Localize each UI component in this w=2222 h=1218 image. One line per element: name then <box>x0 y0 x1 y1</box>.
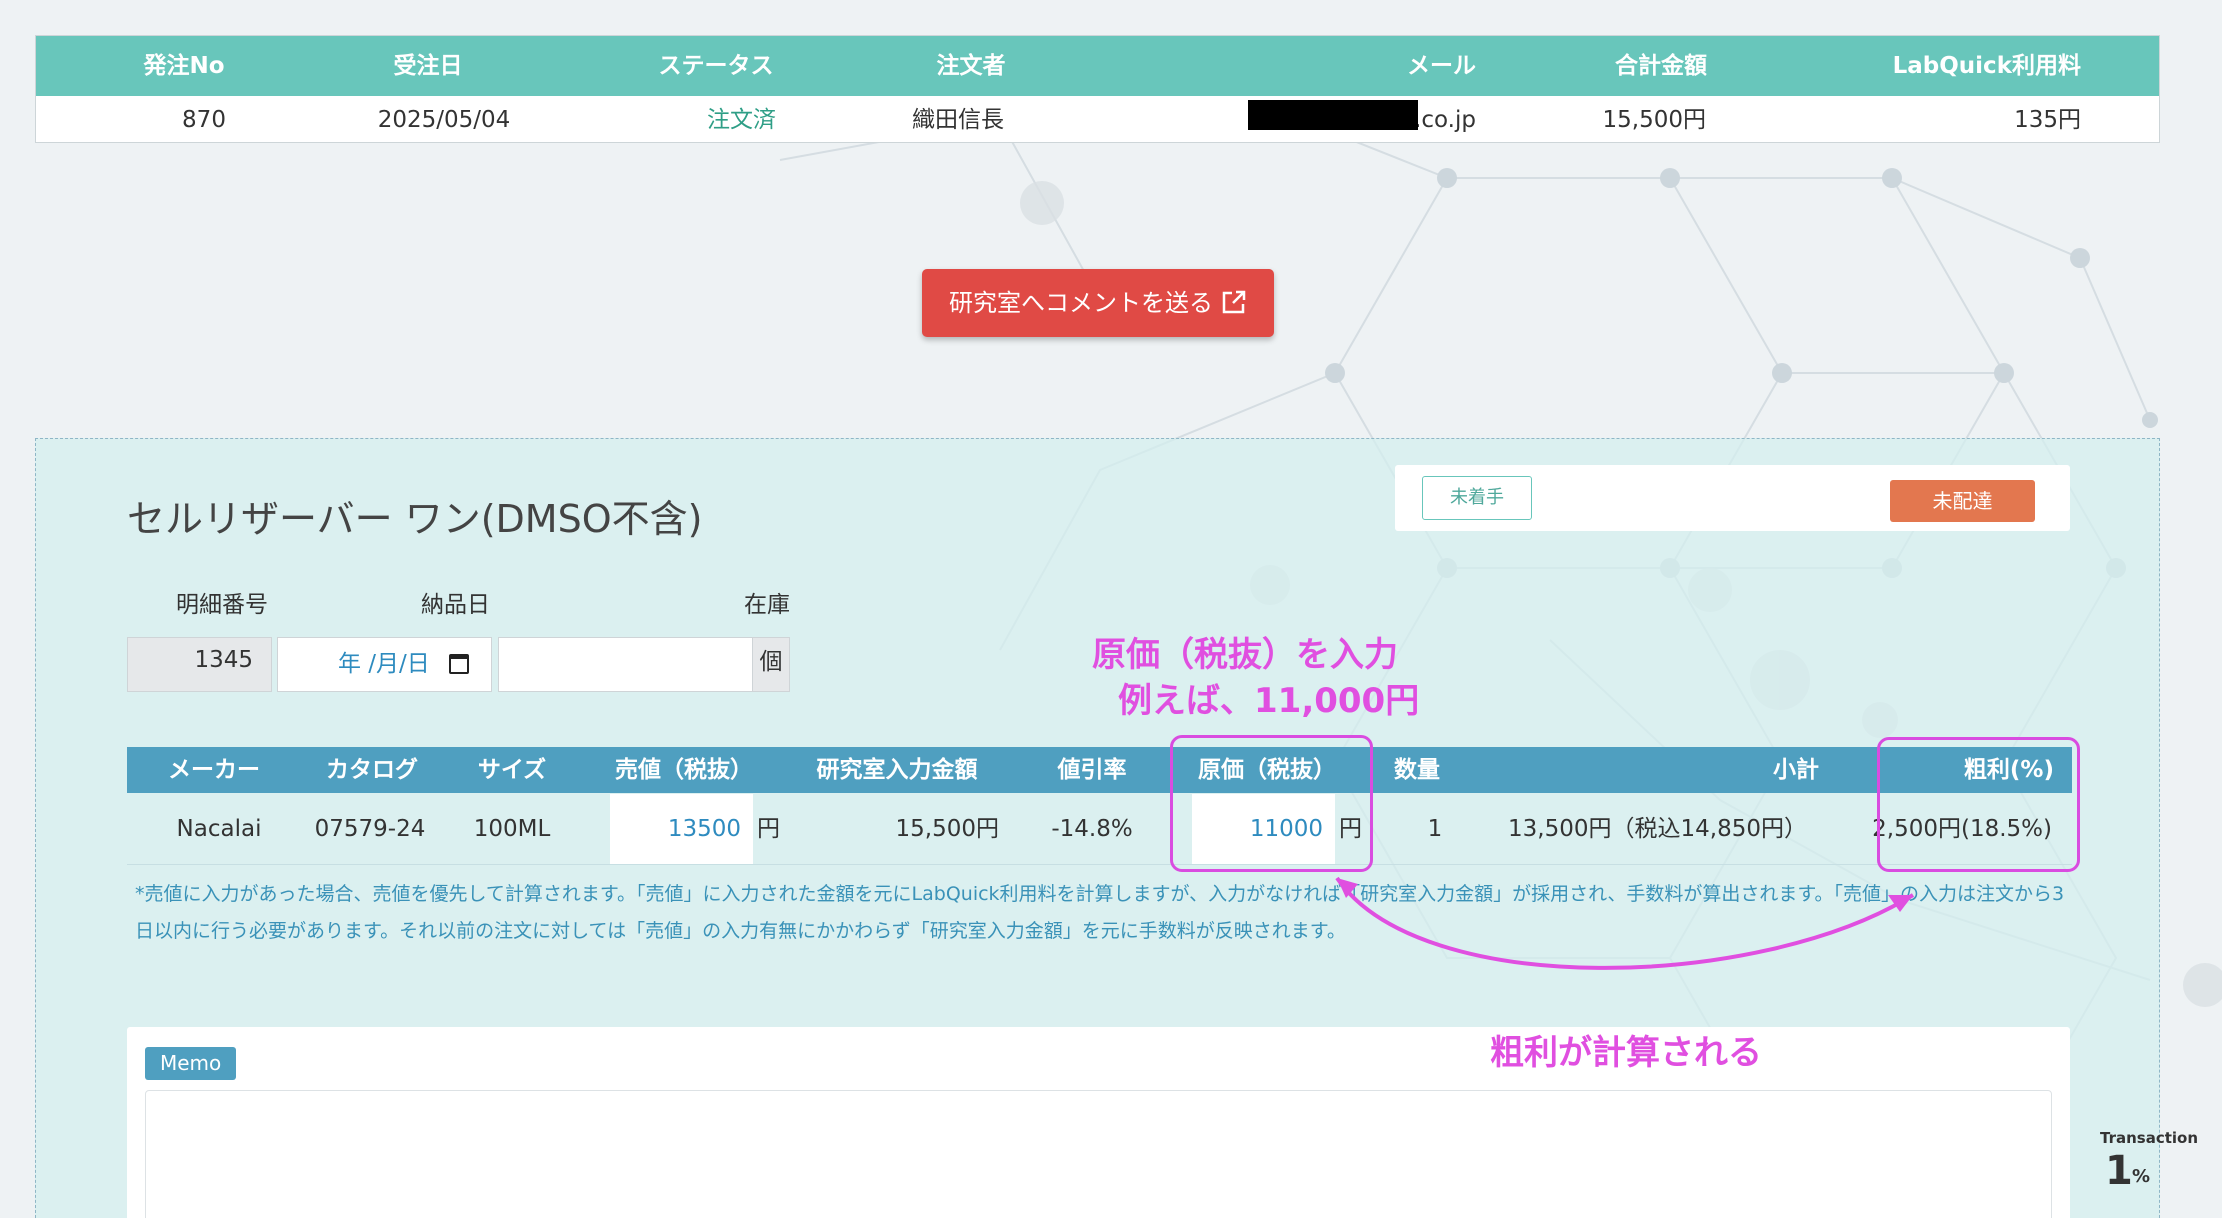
send-comment-button[interactable]: 研究室へコメントを送る <box>922 269 1274 337</box>
header-qty: 数量 <box>1394 757 1440 783</box>
not-delivered-button[interactable]: 未配達 <box>1890 480 2035 522</box>
item-qty: 1 <box>1427 816 1443 842</box>
order-fee: 135円 <box>2014 107 2081 133</box>
transaction-unit: % <box>2132 1166 2151 1187</box>
redaction-bar <box>1248 100 1418 130</box>
date-placeholder: 年 /月/日 <box>338 651 430 677</box>
header-total: 合計金額 <box>1615 53 1707 79</box>
item-maker: Nacalai <box>176 816 262 842</box>
memo-textarea[interactable] <box>145 1090 2052 1218</box>
stock-label: 在庫 <box>744 592 790 618</box>
cost-hint-line1: 原価（税抜）を入力 <box>1092 635 1398 675</box>
profit-hint: 粗利が計算される <box>1490 1033 1762 1073</box>
item-discount: -14.8% <box>1051 816 1133 842</box>
order-date: 2025/05/04 <box>377 107 511 133</box>
calendar-icon[interactable] <box>449 654 469 674</box>
order-email: .co.jp <box>1414 107 1476 133</box>
header-discount: 値引率 <box>1057 757 1127 783</box>
annotation-arrow <box>1335 876 1915 970</box>
header-orderer: 注文者 <box>936 53 1006 79</box>
stock-input[interactable] <box>498 637 753 692</box>
transaction-label: Transaction <box>2100 1129 2199 1147</box>
memo-badge: Memo <box>145 1047 237 1080</box>
header-email: メール <box>1407 53 1476 79</box>
order-total: 15,500円 <box>1602 107 1706 133</box>
item-subtotal: 13,500円（税込14,850円） <box>1508 816 1807 842</box>
detail-no-label: 明細番号 <box>176 592 268 618</box>
header-fee: LabQuick利用料 <box>1892 53 2081 79</box>
cost-hint-line2: 例えば、11,000円 <box>1118 681 1420 721</box>
header-status: ステータス <box>658 53 774 79</box>
transaction-value: 1 <box>2105 1148 2133 1194</box>
sell-price-yen: 円 <box>757 816 780 842</box>
memo-card: Memo <box>127 1027 2070 1218</box>
cost-highlight-box <box>1170 735 1373 872</box>
header-lab-price: 研究室入力金額 <box>816 757 978 783</box>
header-maker: メーカー <box>168 757 260 783</box>
send-comment-label: 研究室へコメントを送る <box>949 289 1213 317</box>
order-table-header: 発注No 受注日 ステータス 注文者 メール 合計金額 LabQuick利用料 <box>36 36 2159 96</box>
item-size: 100ML <box>473 816 551 842</box>
delivery-date-input[interactable]: 年 /月/日 <box>277 637 492 692</box>
external-link-icon <box>1222 290 1246 314</box>
header-order-no: 発注No <box>143 53 225 79</box>
header-catalog: カタログ <box>326 757 418 783</box>
order-no: 870 <box>182 107 226 133</box>
stock-unit: 個 <box>753 637 790 692</box>
order-status: 注文済 <box>707 107 776 133</box>
item-lab-price: 15,500円 <box>895 816 999 842</box>
item-table-header: メーカー カタログ サイズ 売値（税抜） 研究室入力金額 値引率 原価（税抜） … <box>127 747 2072 793</box>
header-subtotal: 小計 <box>1773 757 1819 783</box>
orderer-name: 織田信長 <box>912 107 1004 133</box>
order-row[interactable]: 870 2025/05/04 注文済 織田信長 .co.jp 15,500円 1… <box>36 96 2159 144</box>
delivery-date-label: 納品日 <box>421 592 490 618</box>
sell-price-input[interactable]: 13500 <box>610 794 753 864</box>
order-summary-table: 発注No 受注日 ステータス 注文者 メール 合計金額 LabQuick利用料 … <box>35 35 2160 143</box>
delivery-status-box: 未着手 未配達 <box>1395 465 2070 531</box>
header-size: サイズ <box>477 757 547 783</box>
detail-no-field: 1345 <box>127 637 272 692</box>
header-order-date: 受注日 <box>393 53 463 79</box>
profit-highlight-box <box>1877 737 2080 872</box>
item-catalog: 07579-24 <box>314 816 426 842</box>
item-row: Nacalai 07579-24 100ML 13500 円 15,500円 -… <box>127 793 2072 865</box>
product-title: セルリザーバー ワン(DMSO不含) <box>127 497 703 541</box>
not-started-button[interactable]: 未着手 <box>1422 476 1532 520</box>
header-sell-price: 売値（税抜） <box>615 757 753 783</box>
